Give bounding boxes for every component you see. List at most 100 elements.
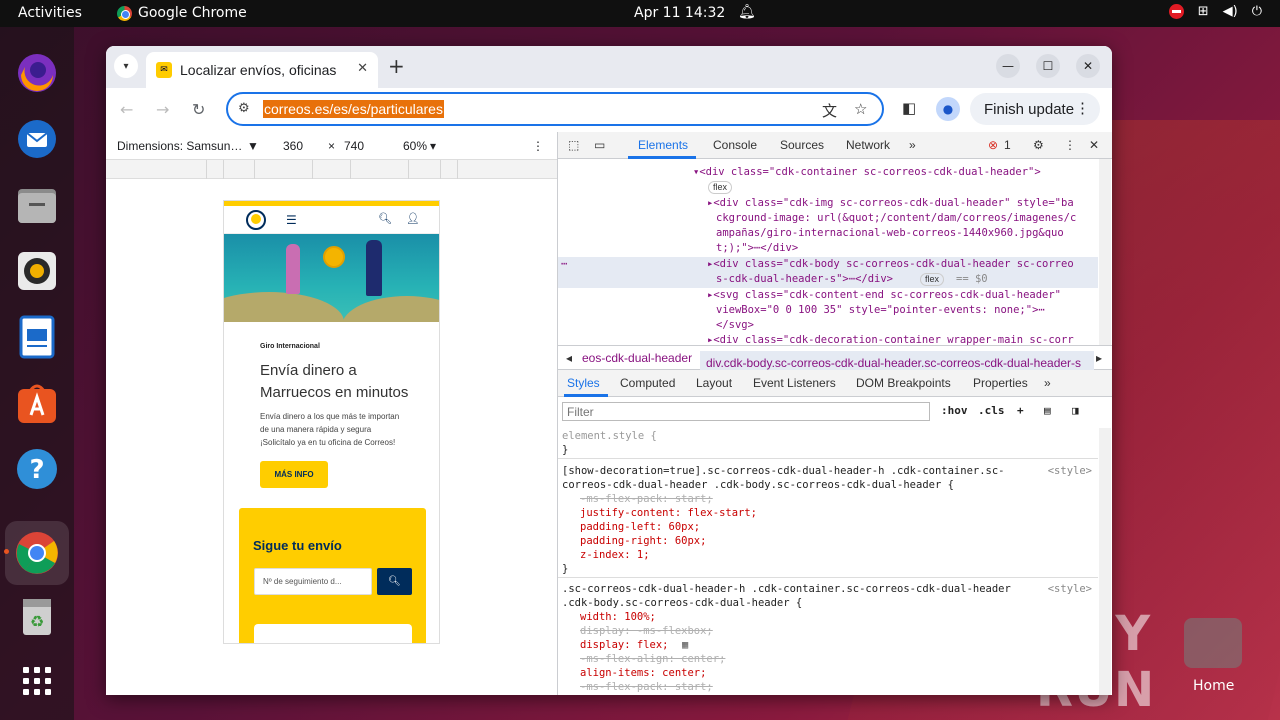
reload-icon[interactable]: ↻ (192, 100, 205, 119)
thunderbird-icon[interactable] (13, 115, 61, 163)
dom-node[interactable]: ▸<div class="cdk-decoration-container wr… (707, 333, 1074, 345)
profile-avatar[interactable]: ● (936, 97, 960, 121)
dom-node[interactable]: ▾<div class="cdk-container sc-correos-cd… (693, 165, 1041, 180)
tab-console[interactable]: Console (713, 138, 757, 152)
tab-elements[interactable]: Elements (638, 138, 688, 152)
css-declaration[interactable]: padding-left: 60px; (580, 520, 700, 534)
breadcrumb-right-icon[interactable]: ▸ (1096, 351, 1102, 365)
dom-node-selected[interactable]: ▸<div class="cdk-body sc-correos-cdk-dua… (707, 257, 1074, 272)
styles-filter-input[interactable] (562, 402, 930, 421)
ellipsis-icon[interactable]: ⋯ (561, 257, 567, 272)
more-menu-icon[interactable]: ⋮ (1075, 99, 1090, 117)
address-bar[interactable]: ⚙ correos.es/es/es/particulares 文 ☆ (226, 92, 884, 126)
rhythmbox-icon[interactable] (13, 247, 61, 295)
width-input[interactable]: 360 (283, 139, 303, 153)
flex-badge[interactable]: flex (920, 272, 945, 287)
trash-icon[interactable]: ♻ (13, 593, 61, 641)
maximize-button[interactable]: ☐ (1036, 54, 1060, 78)
zoom-arrow[interactable]: ▾ (430, 139, 436, 153)
css-declaration-overridden[interactable]: -ms-flex-pack: start; (580, 680, 713, 694)
new-tab-button[interactable]: + (388, 56, 405, 76)
correos-logo[interactable] (246, 210, 266, 230)
info-card[interactable] (254, 624, 412, 643)
tab-layout[interactable]: Layout (696, 376, 732, 390)
side-panel-icon[interactable]: ◧ (902, 99, 916, 117)
browser-tab[interactable]: ✉ Localizar envíos, oficinas ✕ (146, 52, 378, 88)
page-search-icon[interactable]: 🔍︎ (378, 212, 392, 225)
media-query-ruler[interactable] (106, 160, 557, 179)
recording-icon[interactable] (1168, 4, 1184, 19)
flex-editor-icon[interactable]: ▦ (682, 638, 688, 652)
hov-toggle[interactable]: :hov (941, 404, 968, 417)
tracking-input[interactable]: Nº de seguimiento d... (254, 568, 372, 595)
css-declaration[interactable]: width: 100%; (580, 610, 656, 624)
tab-computed[interactable]: Computed (620, 376, 675, 390)
breadcrumb-item[interactable]: eos-cdk-dual-header (582, 351, 692, 365)
files-icon[interactable] (13, 181, 61, 229)
elements-tree[interactable]: ▾<div class="cdk-container sc-correos-cd… (558, 159, 1112, 345)
devtools-menu-icon[interactable]: ⋮ (1064, 138, 1076, 152)
show-applications-icon[interactable] (13, 657, 61, 705)
more-styles-tabs-icon[interactable]: » (1044, 376, 1051, 390)
activities-button[interactable]: Activities (18, 5, 82, 21)
writer-icon[interactable] (13, 313, 61, 361)
tab-styles[interactable]: Styles (567, 376, 600, 390)
flex-badge[interactable]: flex (708, 180, 733, 195)
bookmark-star-icon[interactable]: ☆ (854, 100, 867, 118)
dom-node[interactable]: ▸<svg class="cdk-content-end sc-correos-… (707, 288, 1061, 303)
chrome-dock-icon[interactable] (5, 521, 69, 585)
home-icon[interactable] (1184, 618, 1242, 668)
css-declaration[interactable]: padding-right: 60px; (580, 534, 706, 548)
styles-pane[interactable]: element.style { } [show-decoration=true]… (558, 428, 1098, 695)
page-user-icon[interactable]: 👤︎ (406, 212, 420, 225)
height-input[interactable]: 740 (344, 139, 364, 153)
tracking-search-button[interactable]: 🔍︎ (377, 568, 412, 595)
elements-scrollbar[interactable] (1099, 159, 1111, 345)
sidebar-toggle-icon[interactable]: ◨ (1072, 404, 1079, 417)
devtools-settings-icon[interactable]: ⚙ (1033, 138, 1044, 152)
tab-search-button[interactable]: ▾ (114, 54, 138, 78)
cls-toggle[interactable]: .cls (978, 404, 1005, 417)
device-dropdown[interactable]: Dimensions: Samsun… (117, 139, 242, 153)
app-center-icon[interactable] (13, 379, 61, 427)
rendering-icon[interactable]: ▤ (1044, 404, 1051, 417)
url-text[interactable]: correos.es/es/es/particulares (263, 100, 444, 118)
style-source-link[interactable]: <style> (1048, 582, 1092, 596)
tab-properties[interactable]: Properties (973, 376, 1028, 390)
clock[interactable]: Apr 11 14:32 (634, 5, 725, 21)
zoom-dropdown[interactable]: 60% (403, 139, 427, 153)
tab-network[interactable]: Network (846, 138, 890, 152)
tab-sources[interactable]: Sources (780, 138, 824, 152)
minimize-button[interactable]: — (996, 54, 1020, 78)
styles-scrollbar[interactable] (1099, 428, 1111, 695)
dom-node[interactable]: ▸<div class="cdk-img sc-correos-cdk-dual… (707, 196, 1074, 211)
firefox-icon[interactable] (13, 49, 61, 97)
hamburger-menu-icon[interactable]: ☰ (286, 213, 297, 227)
bell-icon[interactable]: 🔔︎ (738, 4, 756, 20)
css-declaration[interactable]: align-items: center; (580, 666, 706, 680)
style-source-link[interactable]: <style> (1048, 464, 1092, 478)
back-icon[interactable]: ← (120, 100, 133, 119)
mas-info-button[interactable]: MÁS INFO (260, 461, 328, 488)
css-declaration[interactable]: z-index: 1; (580, 548, 650, 562)
error-count[interactable]: 1 (1004, 138, 1011, 152)
help-icon[interactable]: ? (13, 445, 61, 493)
breadcrumb-left-icon[interactable]: ◂ (566, 351, 572, 365)
css-declaration[interactable]: display: flex; (580, 638, 669, 652)
finish-update-button[interactable]: Finish update ⋮ (970, 93, 1100, 125)
app-menu[interactable]: Google Chrome (117, 5, 247, 21)
css-declaration-overridden[interactable]: display: -ms-flexbox; (580, 624, 713, 638)
devtools-close-icon[interactable]: ✕ (1089, 138, 1099, 152)
device-options-icon[interactable]: ⋮ (532, 139, 544, 153)
css-declaration-overridden[interactable]: -ms-flex-align: center; (580, 652, 725, 666)
tab-dom-breakpoints[interactable]: DOM Breakpoints (856, 376, 951, 390)
tab-close-icon[interactable]: ✕ (357, 61, 368, 76)
site-info-icon[interactable]: ⚙ (238, 101, 250, 116)
new-rule-icon[interactable]: + (1017, 404, 1024, 417)
system-tray[interactable]: ⊞ ◀) ⏻ (1168, 4, 1262, 19)
device-toggle-icon[interactable]: ▭ (594, 138, 605, 152)
error-icon[interactable]: ⊗ (988, 138, 998, 152)
inspect-element-icon[interactable]: ⬚ (568, 138, 579, 152)
tab-event-listeners[interactable]: Event Listeners (753, 376, 836, 390)
forward-icon[interactable]: → (156, 100, 169, 119)
